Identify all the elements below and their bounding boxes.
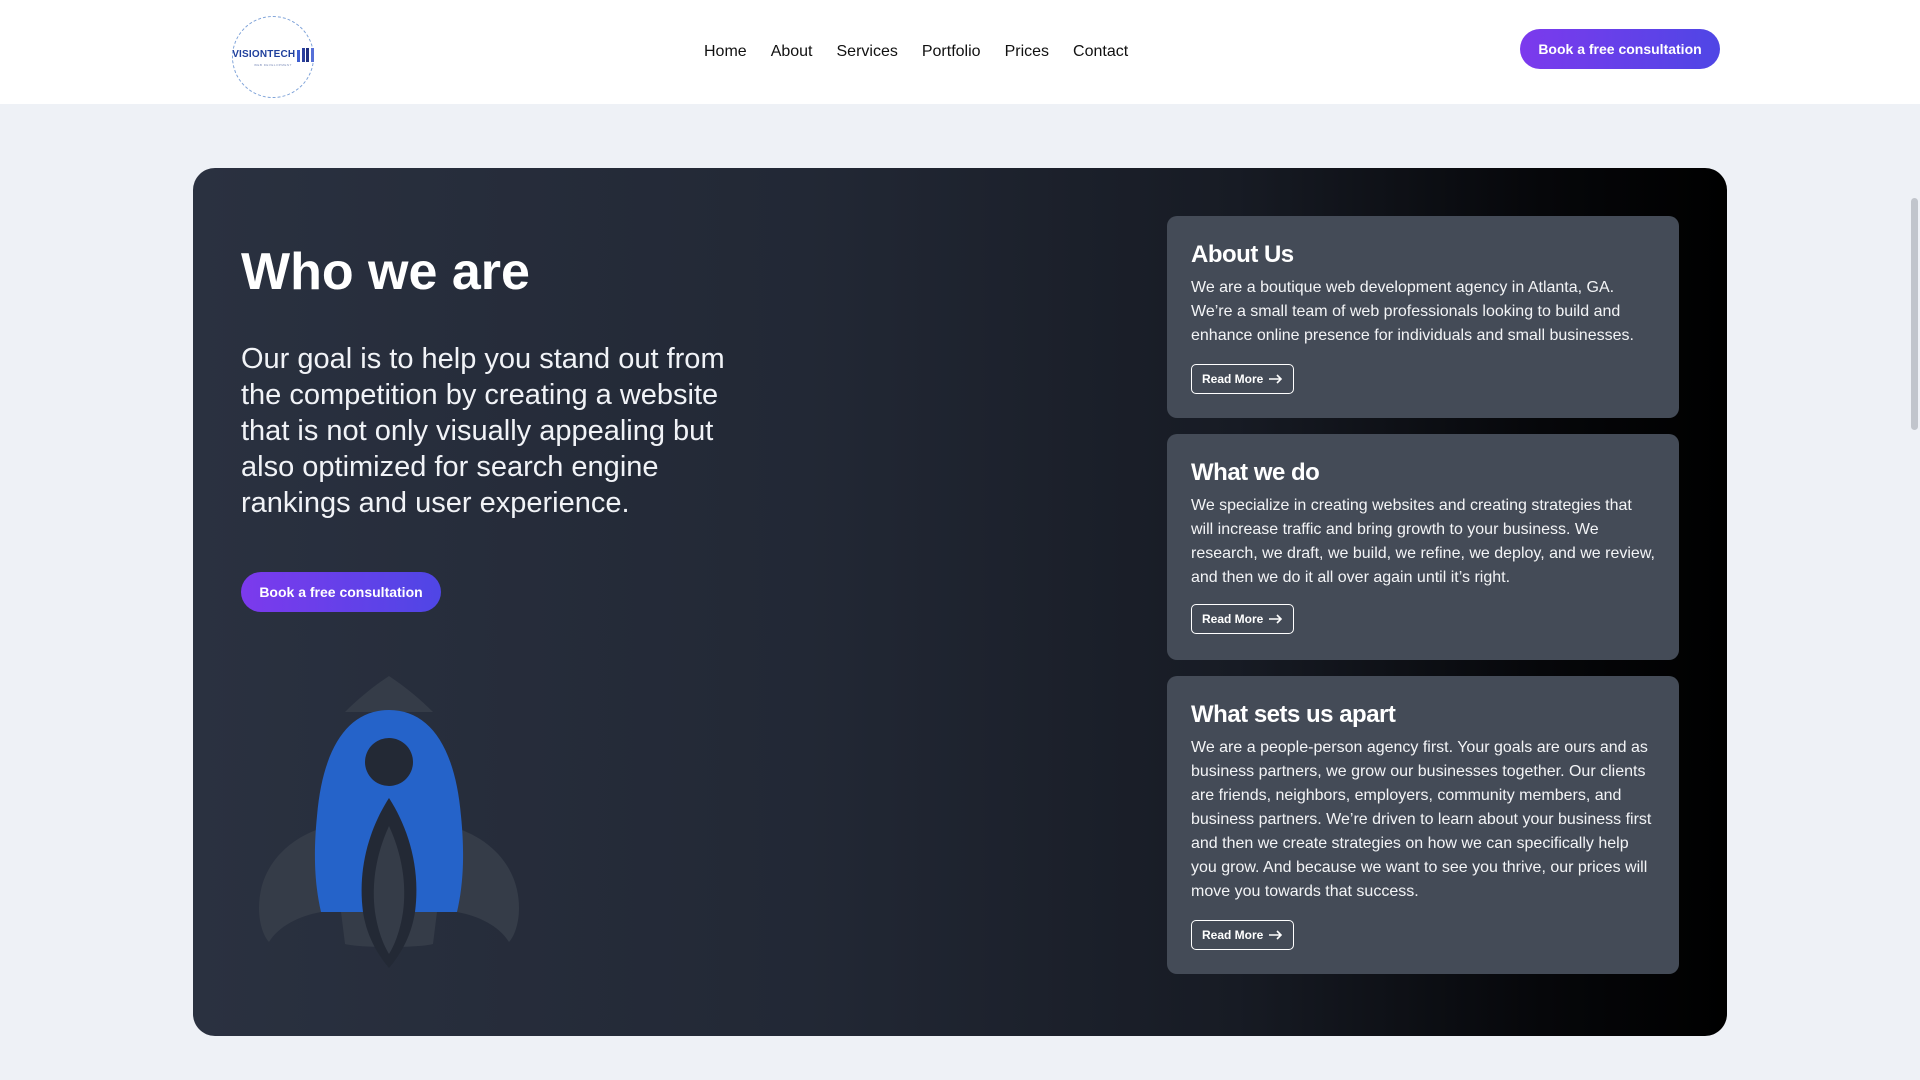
read-more-button[interactable]: Read More (1191, 920, 1295, 950)
logo-wordmark: VISIONTECH (232, 49, 296, 60)
read-more-label: Read More (1202, 612, 1264, 626)
page-scrollbar[interactable] (1908, 0, 1920, 1080)
brand-logo[interactable]: VISIONTECH WEB DEVELOPMENT (232, 16, 314, 98)
logo-bars-icon (297, 47, 314, 62)
section-title: Who we are (241, 243, 530, 301)
card-title: About Us (1191, 241, 1294, 268)
arrow-right-icon (1269, 930, 1283, 940)
read-more-label: Read More (1202, 928, 1264, 942)
card-what-we-do: What we do We specialize in creating web… (1167, 434, 1679, 660)
hero-consultation-button[interactable]: Book a free consultation (241, 572, 441, 612)
nav-portfolio[interactable]: Portfolio (922, 42, 981, 62)
read-more-button[interactable]: Read More (1191, 604, 1295, 634)
nav-about[interactable]: About (771, 42, 813, 62)
card-body: We are a people-person agency first. You… (1191, 739, 1652, 900)
nav-contact[interactable]: Contact (1073, 42, 1128, 62)
site-header: VISIONTECH WEB DEVELOPMENT Home About Se… (0, 0, 1920, 104)
header-consultation-button[interactable]: Book a free consultation (1520, 29, 1720, 69)
main-nav: Home About Services Portfolio Prices Con… (704, 42, 1128, 62)
who-we-are-section: Who we are Our goal is to help you stand… (193, 168, 1727, 1036)
card-what-sets-us-apart: What sets us apart We are a people-perso… (1167, 676, 1679, 974)
card-title: What we do (1191, 459, 1320, 486)
scrollbar-thumb[interactable] (1911, 198, 1918, 430)
logo-tagline: WEB DEVELOPMENT (254, 62, 292, 67)
card-about-us: About Us We are a boutique web developme… (1167, 216, 1679, 418)
rocket-icon (259, 676, 519, 968)
logo-mark: VISIONTECH WEB DEVELOPMENT (232, 47, 314, 67)
section-lead: Our goal is to help you stand out from t… (241, 343, 725, 519)
arrow-right-icon (1269, 374, 1283, 384)
read-more-label: Read More (1202, 372, 1264, 386)
nav-prices[interactable]: Prices (1005, 42, 1049, 62)
nav-services[interactable]: Services (837, 42, 898, 62)
arrow-right-icon (1269, 614, 1283, 624)
read-more-button[interactable]: Read More (1191, 364, 1295, 394)
nav-home[interactable]: Home (704, 42, 747, 62)
card-title: What sets us apart (1191, 701, 1396, 728)
card-body: We specialize in creating websites and c… (1191, 497, 1655, 586)
card-body: We are a boutique web development agency… (1191, 279, 1634, 344)
